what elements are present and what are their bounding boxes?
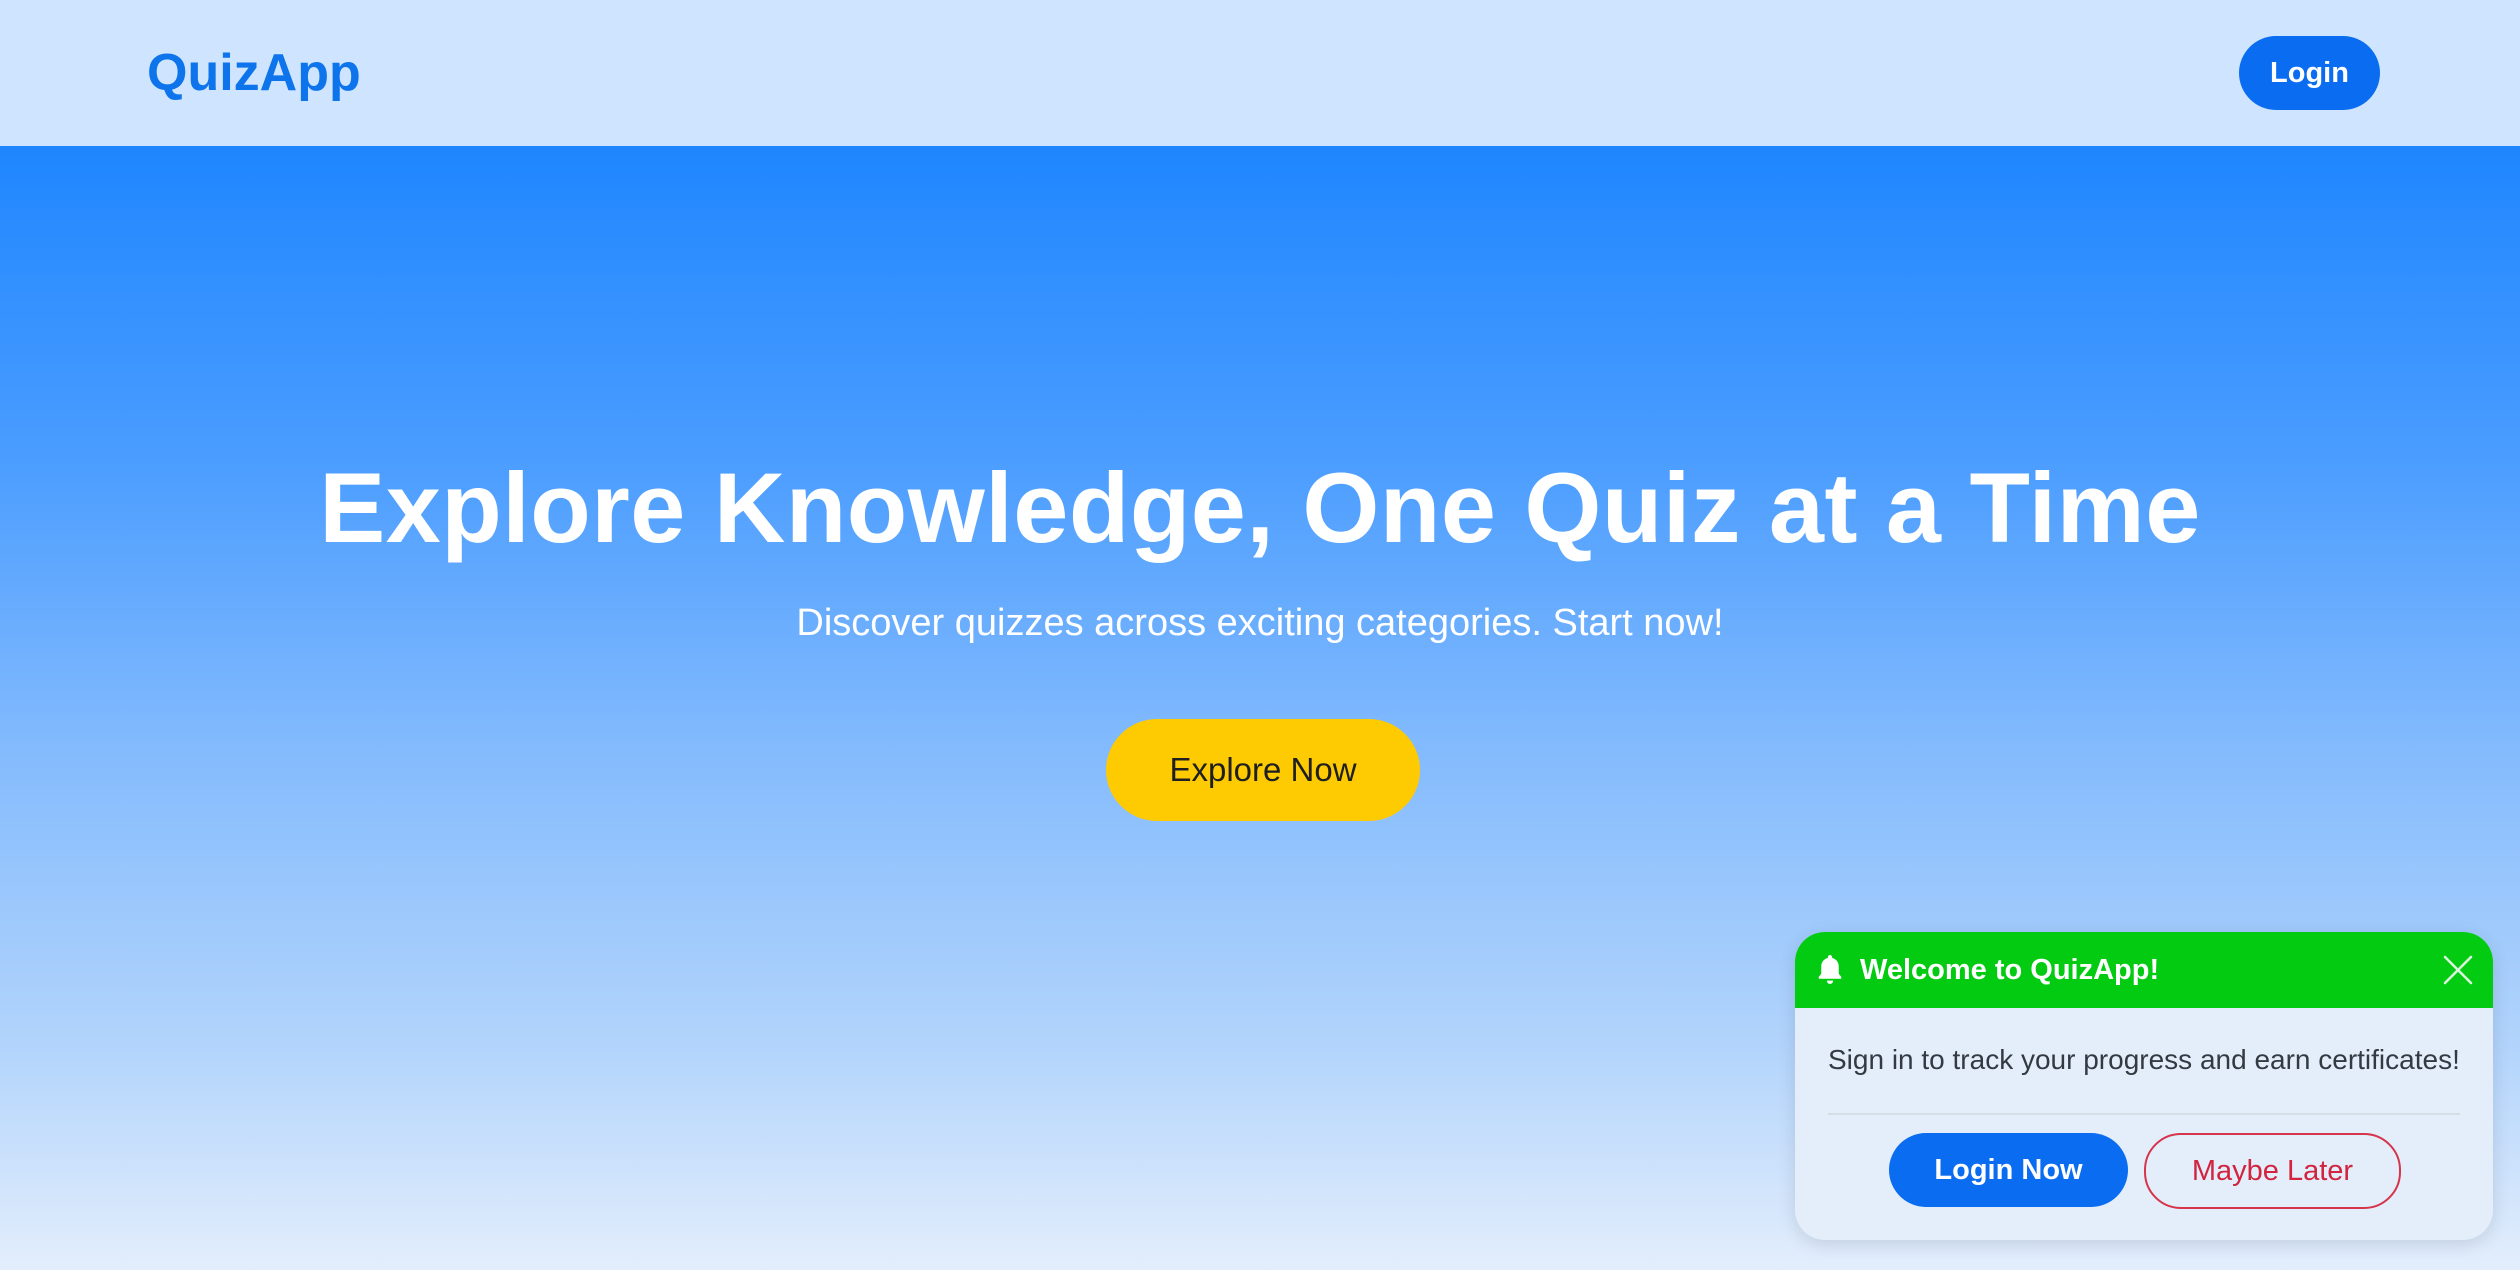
maybe-later-button[interactable]: Maybe Later [2144,1133,2401,1209]
login-now-button[interactable]: Login Now [1889,1133,2128,1207]
close-icon[interactable] [2442,954,2474,986]
popup-divider [1828,1113,2460,1115]
navbar: QuizApp Login [0,0,2520,146]
welcome-popup: Welcome to QuizApp! Sign in to track you… [1795,932,2493,1240]
popup-message: Sign in to track your progress and earn … [1828,1044,2460,1075]
brand-logo[interactable]: QuizApp [147,38,361,108]
login-button[interactable]: Login [2239,36,2380,110]
bell-icon [1818,955,1842,984]
page: QuizApp Login Explore Knowledge, One Qui… [0,0,2520,1270]
explore-now-button[interactable]: Explore Now [1106,719,1420,821]
hero-subtitle: Discover quizzes across exciting categor… [796,602,1724,644]
popup-title: Welcome to QuizApp! [1860,954,2160,986]
hero-title: Explore Knowledge, One Quiz at a Time [319,452,2201,563]
popup-header: Welcome to QuizApp! [1795,932,2493,1008]
